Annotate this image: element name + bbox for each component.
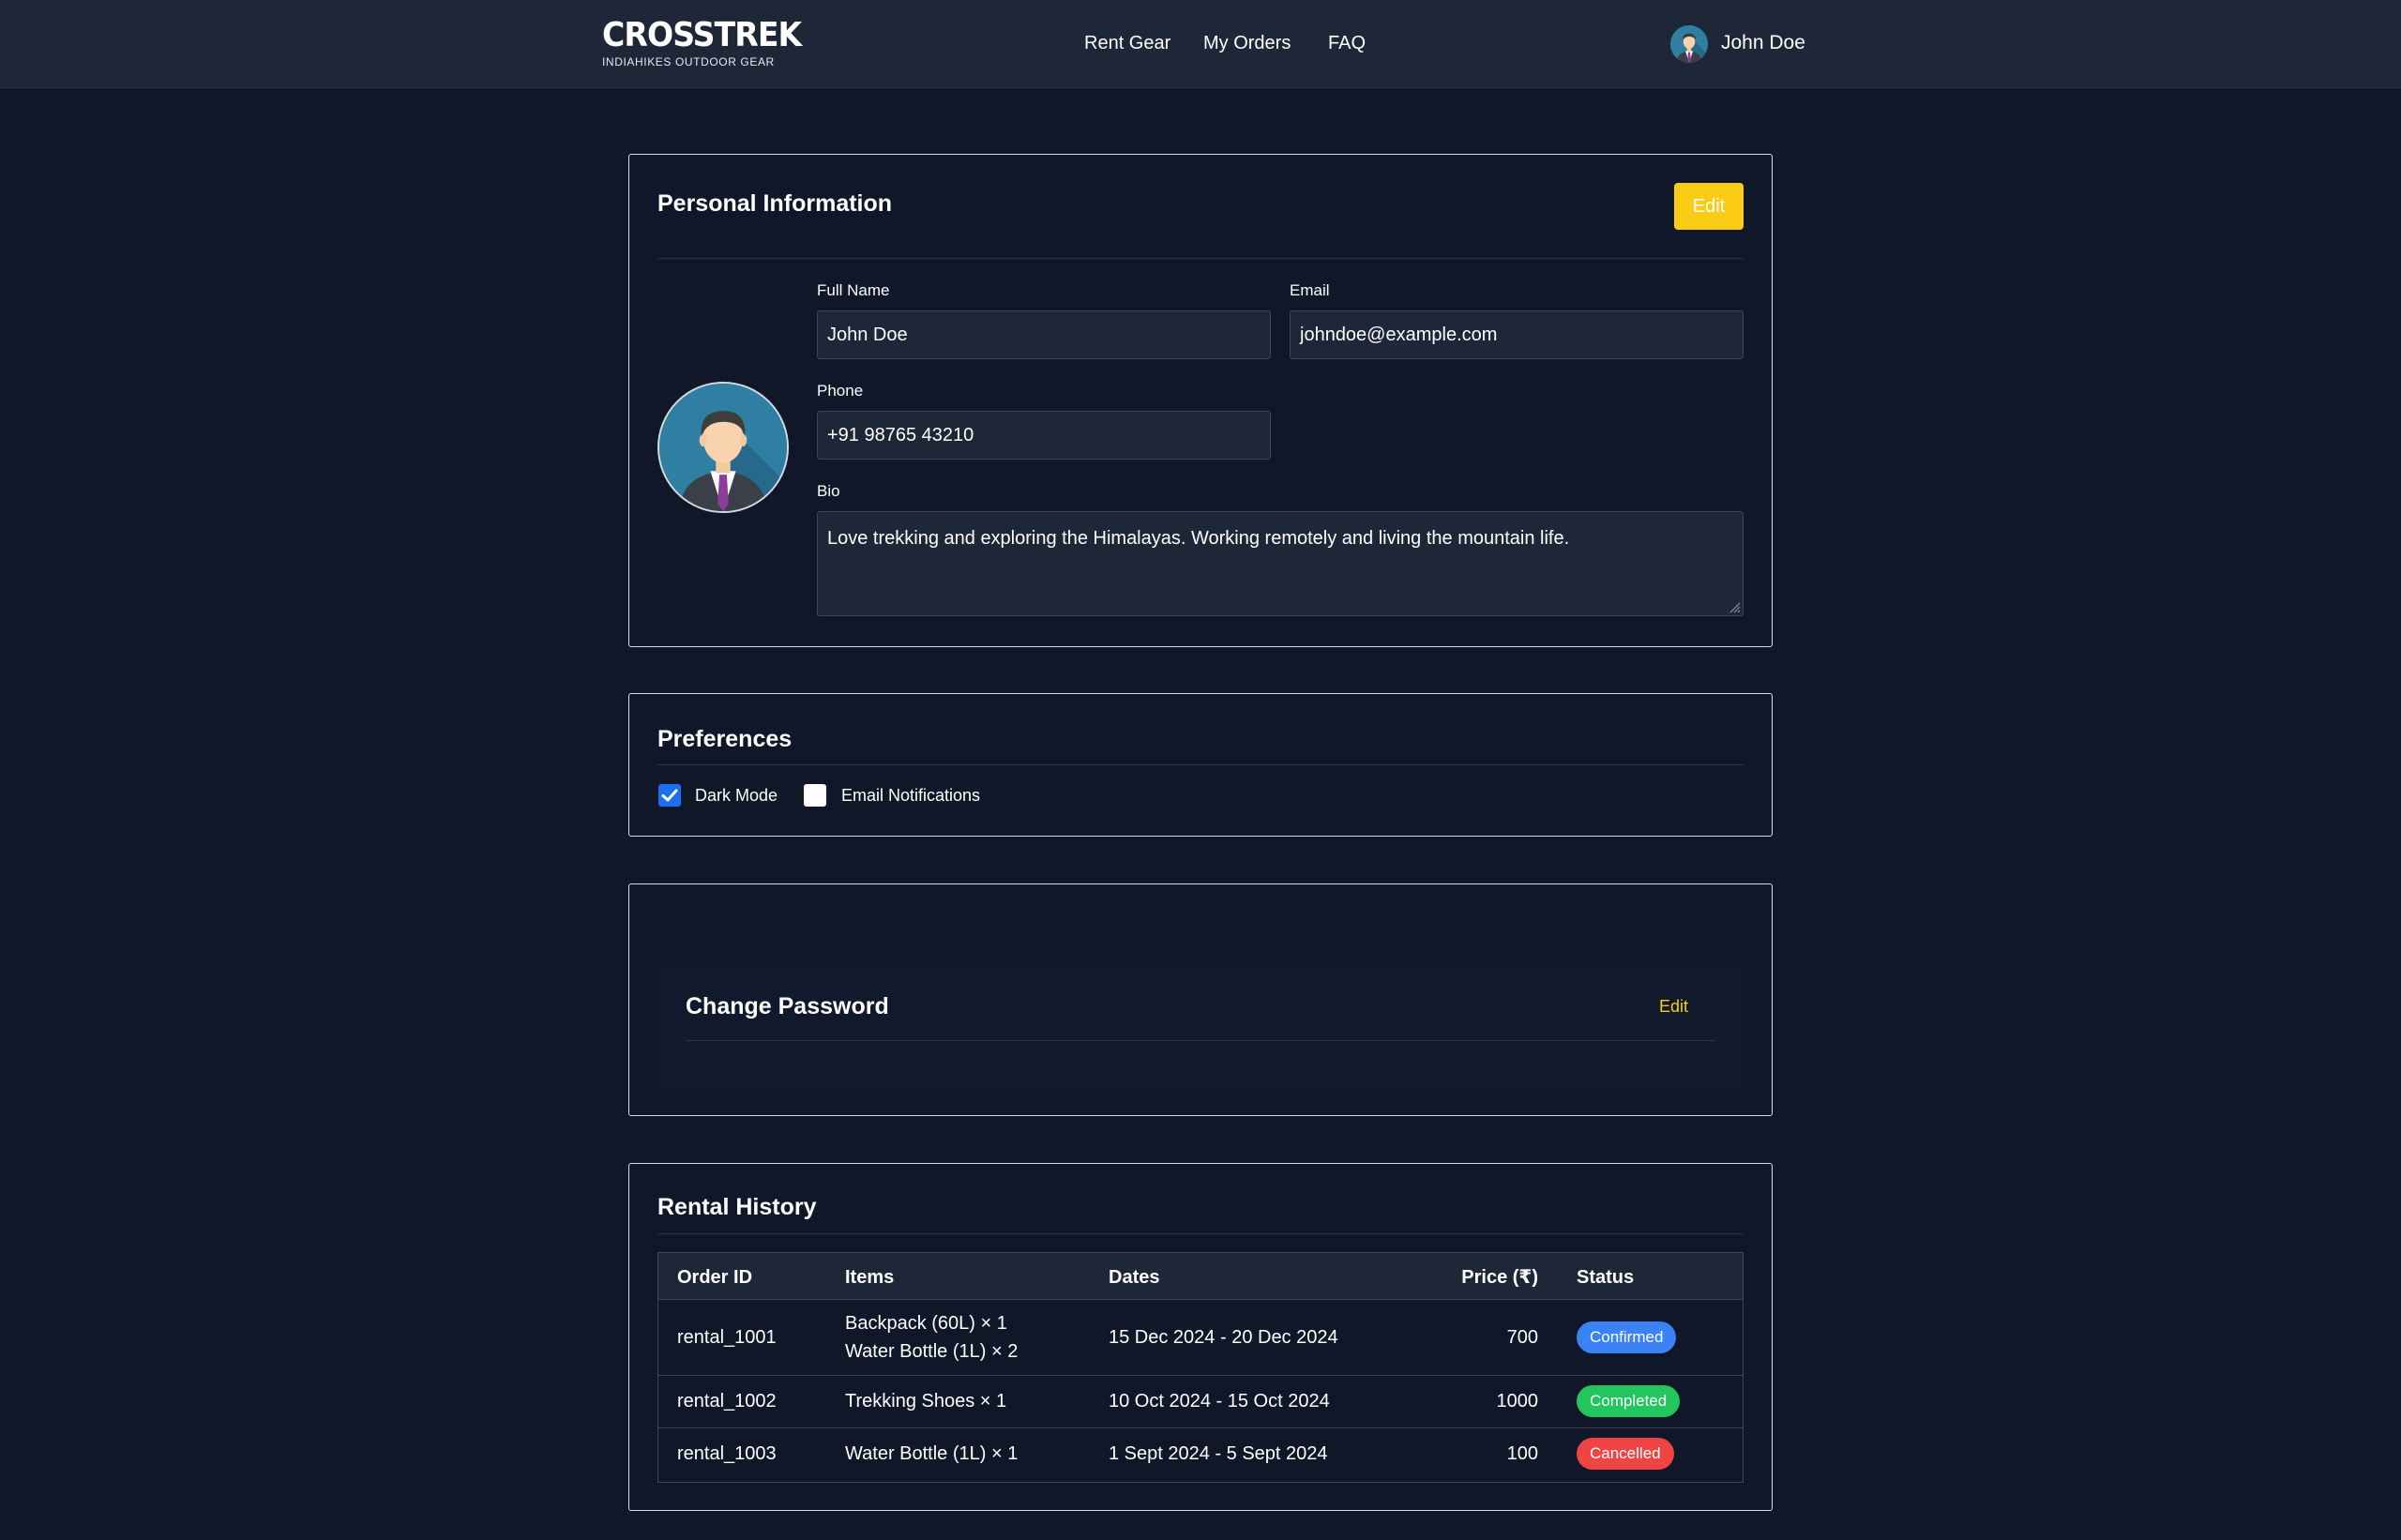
rental-price: 1000 bbox=[1496, 1391, 1539, 1412]
user-avatar-icon[interactable] bbox=[1670, 25, 1708, 63]
rental-history-title: Rental History bbox=[657, 1194, 817, 1220]
logo-title: CROSSTREK bbox=[602, 16, 802, 54]
order-id: rental_1002 bbox=[677, 1391, 777, 1412]
preferences-title: Preferences bbox=[657, 726, 793, 752]
full-name-label: Full Name bbox=[817, 281, 890, 299]
rental-price: 100 bbox=[1506, 1443, 1538, 1464]
rental-price: 700 bbox=[1506, 1327, 1538, 1348]
item-line: Backpack (60L) × 1 bbox=[845, 1313, 1007, 1334]
change-password-panel: Change Password Edit bbox=[657, 965, 1744, 1095]
bio-textarea[interactable]: Love trekking and exploring the Himalaya… bbox=[817, 511, 1744, 616]
col-price: Price (₹) bbox=[1461, 1267, 1538, 1288]
checkmark-icon bbox=[661, 789, 678, 802]
item-line: Water Bottle (1L) × 2 bbox=[845, 1341, 1019, 1362]
change-password-edit-link[interactable]: Edit bbox=[1659, 995, 1688, 1018]
preferences-card: Preferences Dark Mode Email Notification… bbox=[628, 693, 1773, 837]
rental-history-card: Rental History Order ID Items Dates Pric… bbox=[628, 1163, 1773, 1511]
personal-info-title: Personal Information bbox=[657, 190, 893, 217]
rental-dates: 10 Oct 2024 - 15 Oct 2024 bbox=[1109, 1391, 1330, 1412]
rental-history-table: Order ID Items Dates Price (₹) Status re… bbox=[657, 1252, 1744, 1483]
dark-mode-label[interactable]: Dark Mode bbox=[695, 784, 778, 807]
rental-dates: 1 Sept 2024 - 5 Sept 2024 bbox=[1109, 1443, 1328, 1464]
status-badge: Cancelled bbox=[1577, 1438, 1674, 1470]
edit-profile-button[interactable]: Edit bbox=[1674, 183, 1744, 230]
col-order-id: Order ID bbox=[677, 1267, 753, 1288]
phone-label: Phone bbox=[817, 382, 864, 400]
status-badge: Confirmed bbox=[1577, 1321, 1677, 1353]
email-notifications-label[interactable]: Email Notifications bbox=[841, 784, 980, 807]
section-divider bbox=[657, 258, 1744, 259]
user-name[interactable]: John Doe bbox=[1721, 30, 1805, 56]
rental-dates: 15 Dec 2024 - 20 Dec 2024 bbox=[1109, 1327, 1338, 1348]
nav-faq[interactable]: FAQ bbox=[1328, 30, 1366, 56]
dark-mode-checkbox[interactable] bbox=[658, 784, 681, 807]
col-dates: Dates bbox=[1109, 1267, 1160, 1288]
nav-my-orders[interactable]: My Orders bbox=[1203, 30, 1291, 56]
nav-rent-gear[interactable]: Rent Gear bbox=[1084, 30, 1170, 56]
phone-input[interactable]: +91 98765 43210 bbox=[817, 411, 1271, 460]
section-divider bbox=[657, 1233, 1744, 1234]
bio-label: Bio bbox=[817, 482, 840, 500]
top-navbar: CROSSTREK INDIAHIKES OUTDOOR GEAR Rent G… bbox=[0, 0, 2401, 88]
table-row[interactable]: rental_1003 Water Bottle (1L) × 1 1 Sept… bbox=[658, 1428, 1743, 1482]
table-header: Order ID Items Dates Price (₹) Status bbox=[658, 1253, 1743, 1300]
item-line: Trekking Shoes × 1 bbox=[845, 1391, 1007, 1412]
bio-text: Love trekking and exploring the Himalaya… bbox=[827, 528, 1570, 549]
col-status: Status bbox=[1577, 1267, 1635, 1288]
change-password-card: Change Password Edit bbox=[628, 883, 1773, 1116]
table-row[interactable]: rental_1002 Trekking Shoes × 1 10 Oct 20… bbox=[658, 1376, 1743, 1428]
col-items: Items bbox=[845, 1267, 895, 1288]
email-label: Email bbox=[1290, 281, 1330, 299]
order-id: rental_1001 bbox=[677, 1327, 777, 1348]
brand-logo[interactable]: CROSSTREK INDIAHIKES OUTDOOR GEAR bbox=[602, 16, 802, 69]
logo-subtitle: INDIAHIKES OUTDOOR GEAR bbox=[602, 55, 775, 68]
email-input[interactable]: johndoe@example.com bbox=[1290, 310, 1744, 359]
personal-info-card: Personal Information Edit Full Name John… bbox=[628, 154, 1773, 647]
profile-avatar-icon bbox=[657, 382, 789, 513]
email-notifications-checkbox[interactable] bbox=[804, 784, 826, 807]
item-line: Water Bottle (1L) × 1 bbox=[845, 1443, 1019, 1464]
full-name-input[interactable]: John Doe bbox=[817, 310, 1271, 359]
resize-grip-icon[interactable] bbox=[1728, 600, 1741, 613]
order-id: rental_1003 bbox=[677, 1443, 777, 1464]
section-divider bbox=[657, 764, 1744, 765]
section-divider bbox=[686, 1040, 1715, 1041]
status-badge: Completed bbox=[1577, 1385, 1681, 1417]
change-password-title: Change Password bbox=[686, 993, 889, 1019]
table-row[interactable]: rental_1001 Backpack (60L) × 1 Water Bot… bbox=[658, 1300, 1743, 1376]
